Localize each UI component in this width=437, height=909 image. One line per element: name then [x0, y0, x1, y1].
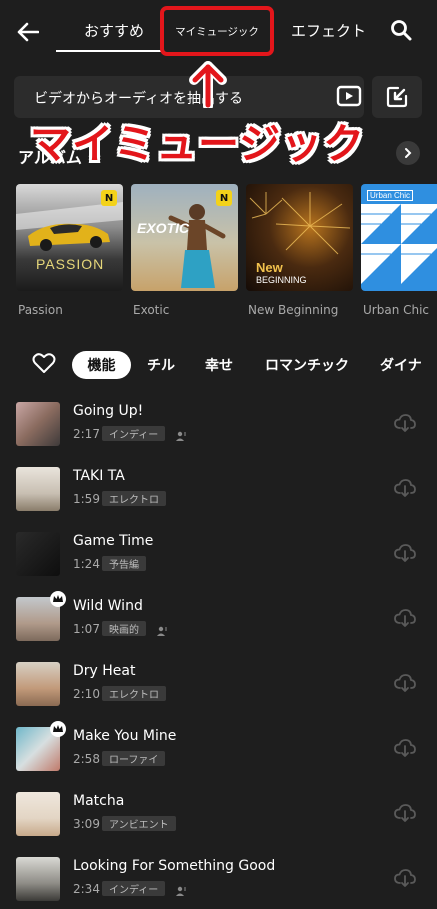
- track-row[interactable]: Make You Mine 2:58 ローファイ: [0, 721, 437, 789]
- import-button[interactable]: [372, 76, 422, 118]
- track-title: Make You Mine: [73, 728, 177, 744]
- album-cover-title: PASSION: [36, 256, 105, 272]
- back-button[interactable]: [14, 18, 42, 46]
- track-thumbnail: [16, 402, 60, 446]
- track-thumbnail: [16, 662, 60, 706]
- video-play-icon: [336, 85, 362, 107]
- track-duration: 2:17: [73, 427, 100, 441]
- track-title: TAKI TA: [73, 468, 125, 484]
- track-row[interactable]: Game Time 1:24 予告編: [0, 532, 437, 594]
- track-title: Game Time: [73, 533, 154, 549]
- track-title: Wild Wind: [73, 598, 143, 614]
- tab-my-music[interactable]: マイミュージック: [160, 6, 274, 56]
- search-icon: [391, 20, 412, 41]
- tab-effects[interactable]: エフェクト: [291, 20, 366, 41]
- tab-recommended[interactable]: おすすめ: [84, 20, 144, 41]
- chevron-right-icon: [405, 148, 412, 158]
- track-genre-badge: 映画的: [102, 621, 146, 636]
- chip-happy[interactable]: 幸せ: [205, 351, 233, 379]
- favorites-button[interactable]: [32, 352, 56, 376]
- import-icon: [386, 86, 408, 108]
- album-card-new-beginning[interactable]: New BEGINNING: [246, 184, 353, 291]
- cloud-download-icon[interactable]: [394, 672, 416, 694]
- music-picker-screen: おすすめ マイミュージック エフェクト ビデオからオーディオを抽出する アルバム: [0, 0, 437, 909]
- track-genre-badge: ローファイ: [102, 751, 166, 766]
- premium-crown-icon: [50, 721, 66, 737]
- track-duration: 2:58: [73, 752, 100, 766]
- chip-dynamic[interactable]: ダイナ: [380, 351, 422, 379]
- track-genre-badge: 予告編: [102, 556, 146, 571]
- up-arrow-annotation-icon: [189, 61, 227, 108]
- search-button[interactable]: [389, 18, 415, 44]
- track-row[interactable]: Dry Heat 2:10 エレクトロ: [0, 662, 437, 724]
- album-name: Exotic: [133, 303, 170, 317]
- track-duration: 1:24: [73, 557, 100, 571]
- artist-icon: [175, 882, 187, 896]
- track-duration: 1:59: [73, 492, 100, 506]
- cloud-download-icon[interactable]: [394, 737, 416, 759]
- annotation-label: マイミュージック: [30, 120, 366, 168]
- artist-icon: [175, 427, 187, 441]
- album-cover-subtitle: BEGINNING: [256, 275, 307, 285]
- track-duration: 1:07: [73, 622, 100, 636]
- track-title: Matcha: [73, 793, 125, 809]
- cloud-download-icon[interactable]: [394, 867, 416, 889]
- track-row[interactable]: TAKI TA 1:59 エレクトロ: [0, 467, 437, 529]
- track-row[interactable]: Wild Wind 1:07 映画的: [0, 591, 437, 659]
- album-name: Urban Chic: [363, 303, 430, 317]
- track-duration: 2:10: [73, 687, 100, 701]
- tab-my-music-label: マイミュージック: [175, 25, 259, 38]
- track-title: Dry Heat: [73, 663, 136, 679]
- track-genre-badge: アンビエント: [102, 816, 176, 831]
- track-row[interactable]: Matcha 3:09 アンビエント: [0, 792, 437, 854]
- heart-icon: [32, 353, 56, 373]
- track-genre-badge: インディー: [102, 881, 166, 896]
- album-cover-title: Urban Chic: [367, 190, 414, 201]
- album-card-passion[interactable]: N PASSION: [16, 184, 123, 291]
- track-genre-badge: エレクトロ: [102, 491, 166, 506]
- active-tab-indicator: [56, 50, 164, 52]
- albums-more-button[interactable]: [396, 141, 420, 165]
- track-duration: 3:09: [73, 817, 100, 831]
- top-bar: おすすめ マイミュージック エフェクト: [0, 0, 437, 62]
- new-badge: N: [216, 190, 232, 206]
- album-name: Passion: [18, 303, 63, 317]
- track-genre-badge: エレクトロ: [102, 686, 166, 701]
- track-row[interactable]: Looking For Something Good 2:34 インディー: [0, 857, 437, 909]
- track-row[interactable]: Going Up! 2:17 インディー: [0, 402, 437, 464]
- track-duration: 2:34: [73, 882, 100, 896]
- cloud-download-icon[interactable]: [394, 802, 416, 824]
- album-cover-title: New: [256, 260, 283, 275]
- new-badge: N: [101, 190, 117, 206]
- cloud-download-icon[interactable]: [394, 607, 416, 629]
- track-thumbnail: [16, 792, 60, 836]
- track-genre-badge: インディー: [102, 426, 166, 441]
- track-thumbnail: [16, 467, 60, 511]
- track-thumbnail: [16, 532, 60, 576]
- back-arrow-icon: [17, 22, 39, 42]
- cloud-download-icon[interactable]: [394, 412, 416, 434]
- album-card-urban-chic[interactable]: Urban Chic: [361, 184, 437, 291]
- premium-crown-icon: [50, 591, 66, 607]
- chip-features[interactable]: 機能: [72, 351, 131, 379]
- album-cover-title: EXOTIC: [137, 220, 190, 236]
- cloud-download-icon[interactable]: [394, 542, 416, 564]
- track-title: Looking For Something Good: [73, 858, 276, 874]
- track-title: Going Up!: [73, 403, 144, 419]
- chip-romantic[interactable]: ロマンチック: [265, 351, 349, 379]
- track-thumbnail: [16, 857, 60, 901]
- artist-icon: [156, 622, 168, 636]
- album-card-exotic[interactable]: N EXOTIC: [131, 184, 238, 291]
- chip-chill[interactable]: チル: [147, 351, 175, 379]
- album-name: New Beginning: [248, 303, 339, 317]
- cloud-download-icon[interactable]: [394, 477, 416, 499]
